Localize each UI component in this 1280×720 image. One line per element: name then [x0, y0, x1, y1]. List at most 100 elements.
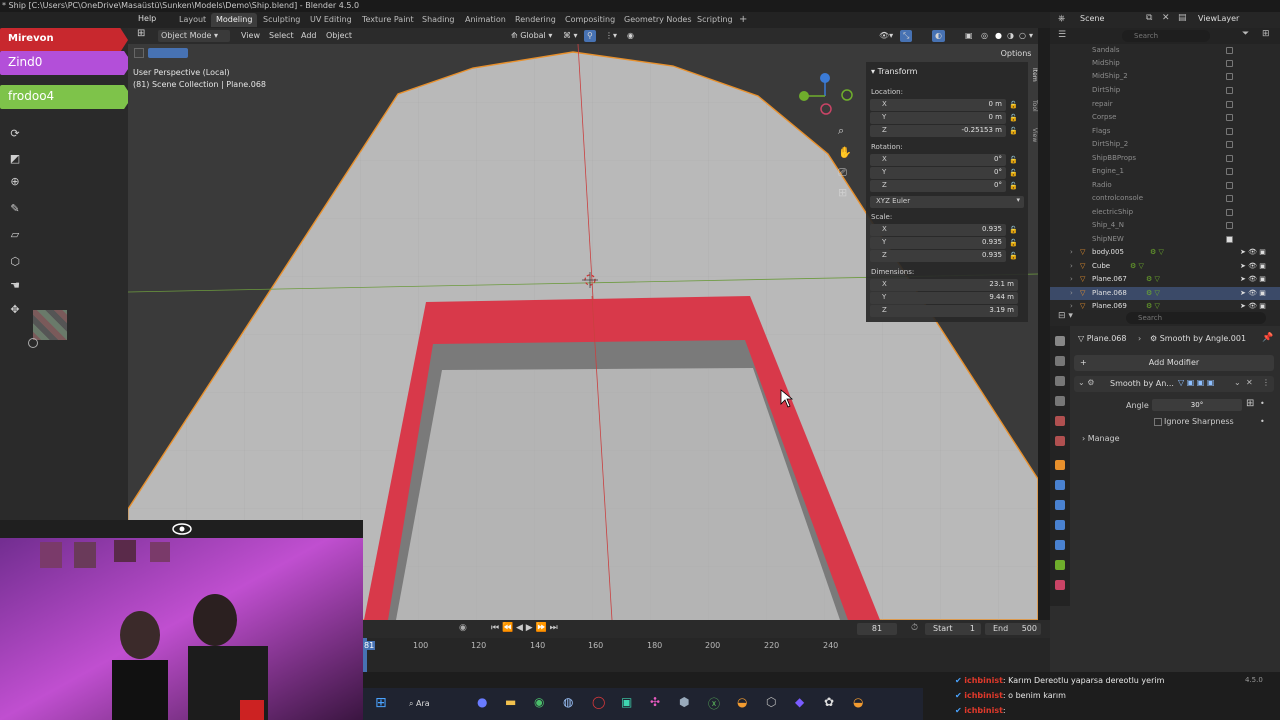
scene-name[interactable]: Scene [1080, 14, 1104, 23]
visibility-icon[interactable]: 👁▾ [876, 30, 896, 42]
node-socket-icon[interactable]: ⊞ [1246, 398, 1254, 409]
outliner-item[interactable]: Engine_1 [1050, 165, 1280, 178]
timeline[interactable]: 81 100 120 140 160 180 200 220 240 [363, 638, 1050, 672]
object-tab-icon[interactable] [1055, 460, 1065, 470]
manage-section[interactable]: › Manage [1082, 434, 1120, 443]
outliner-item[interactable]: ShipBBProps [1050, 152, 1280, 165]
outliner-item[interactable]: DirtShip [1050, 84, 1280, 97]
properties-editor-icon[interactable]: ⊟ ▾ [1058, 311, 1073, 321]
location-x-field[interactable]: X0 m [870, 99, 1006, 111]
tool-tab-icon[interactable] [1055, 336, 1065, 346]
menu-view[interactable]: View [238, 30, 263, 42]
opera-icon[interactable]: ◯ [592, 695, 605, 709]
transform-tool-icon[interactable]: ⊕ [7, 174, 23, 190]
tab-layout[interactable]: Layout [174, 13, 211, 27]
outliner-search-input[interactable]: Search [1122, 30, 1210, 42]
camera-view-icon[interactable]: ⎚ [838, 166, 847, 180]
snap-settings-icon[interactable]: ⋮▾ [602, 30, 620, 42]
add-cube-tool-icon[interactable]: ⬡ [7, 254, 23, 270]
menu-add[interactable]: Add [298, 30, 320, 42]
tab-sculpting[interactable]: Sculpting [258, 13, 305, 27]
playback-controls-icon[interactable]: ⏮ ⏪ ◀ ▶ ⏩ ⏭ [491, 623, 558, 633]
outliner-item[interactable]: Flags [1050, 125, 1280, 138]
view-layer-name[interactable]: ViewLayer [1198, 14, 1239, 23]
menu-select[interactable]: Select [266, 30, 297, 42]
sidebar-tab-item[interactable]: Item [1031, 68, 1038, 82]
tab-rendering[interactable]: Rendering [510, 13, 561, 27]
tab-animation[interactable]: Animation [460, 13, 511, 27]
tab-geometry-nodes[interactable]: Geometry Nodes [619, 13, 696, 27]
lock-icon[interactable]: 🔓 [1009, 169, 1018, 177]
xbox-icon[interactable]: ⓧ [708, 695, 720, 712]
vs-icon[interactable]: ◆ [795, 695, 804, 709]
dimension-y-field[interactable]: Y 9.44 m [870, 292, 1018, 304]
funnel-icon[interactable]: ⏷ [1242, 29, 1249, 39]
outliner-item[interactable]: electricShip [1050, 206, 1280, 219]
lock-icon[interactable]: 🔓 [1009, 226, 1018, 234]
lock-icon[interactable]: 🔓 [1009, 182, 1018, 190]
outliner-item[interactable]: › ▽ Plane.069 ⚙ ▽ ➤ 👁 ▣ [1050, 300, 1280, 310]
start-frame-field[interactable]: Start 1 [925, 623, 981, 635]
lock-icon[interactable]: 🔓 [1009, 101, 1018, 109]
outliner-item[interactable]: DirtShip_2 [1050, 138, 1280, 151]
scene-new-icon[interactable]: ⧉ [1146, 13, 1152, 23]
dimension-z-field[interactable]: Z 3.19 m [870, 305, 1018, 317]
overlay-icon[interactable]: ◐ [932, 30, 945, 42]
outliner-item[interactable]: controlconsole [1050, 192, 1280, 205]
app-icon[interactable]: ▣ [621, 695, 632, 709]
outliner-item[interactable]: › ▽ Cube ⚙ ▽ ➤ 👁 ▣ [1050, 260, 1280, 273]
scale-tool-icon[interactable]: ◩ [7, 151, 23, 167]
unity-icon[interactable]: ⬡ [766, 695, 776, 709]
outliner-item[interactable]: Sandals [1050, 44, 1280, 57]
pan-hand-icon[interactable]: ✋ [838, 146, 852, 159]
menu-object[interactable]: Object [323, 30, 355, 42]
windows-start-icon[interactable]: ⊞ [375, 695, 387, 711]
tab-shading[interactable]: Shading [417, 13, 460, 27]
lock-icon[interactable]: 🔓 [1009, 239, 1018, 247]
new-collection-icon[interactable]: ⊞ [1262, 29, 1270, 39]
outliner-item[interactable]: ShipNEW [1050, 233, 1280, 246]
scale-y-field[interactable]: Y 0.935 [870, 237, 1006, 249]
data-tab-icon[interactable] [1055, 560, 1065, 570]
annotate-tool-icon[interactable]: ✎ [7, 201, 23, 217]
output-tab-icon[interactable] [1055, 376, 1065, 386]
pin-icon[interactable]: 📌 [1262, 333, 1273, 343]
tab-compositing[interactable]: Compositing [560, 13, 620, 27]
scene-icon[interactable]: ⎈ [1058, 14, 1065, 24]
angle-field[interactable]: 30° [1152, 399, 1242, 411]
slack-icon[interactable]: ✣ [650, 695, 660, 709]
epic-icon[interactable]: ⬢ [679, 695, 689, 709]
filter-icon[interactable]: ☰ [1058, 30, 1066, 40]
mode-select[interactable]: Object Mode ▾ [158, 30, 230, 42]
material-tab-icon[interactable] [1055, 580, 1065, 590]
discord-icon[interactable]: ● [477, 695, 487, 709]
shading-options-icon[interactable]: ▾ [1026, 30, 1036, 42]
chrome-icon[interactable]: ◉ [534, 695, 544, 709]
transform-title[interactable]: ▾ Transform [871, 67, 917, 76]
editor-type-icon[interactable]: ⊞ [134, 28, 148, 40]
taskbar-search[interactable]: ⌕ Ara [409, 695, 449, 713]
blender-active-icon[interactable]: ◒ [853, 695, 863, 709]
clock-icon[interactable]: ⏱ [911, 623, 918, 633]
scale-x-field[interactable]: X 0.935 [870, 224, 1006, 236]
outliner-item[interactable]: Radio [1050, 179, 1280, 192]
keyframe-dot-icon[interactable]: • [1260, 417, 1265, 426]
dimension-x-field[interactable]: X 23.1 m [870, 279, 1018, 291]
physics-tab-icon[interactable] [1055, 520, 1065, 530]
location-y-field[interactable]: Y0 m [870, 112, 1006, 124]
constraints-tab-icon[interactable] [1055, 540, 1065, 550]
outliner-item[interactable]: › ▽ Plane.067 ⚙ ▽ ➤ 👁 ▣ [1050, 273, 1280, 286]
scene-tab-icon[interactable] [1055, 416, 1065, 426]
lock-icon[interactable]: 🔓 [1009, 156, 1018, 164]
keyframe-dot-icon[interactable]: • [1260, 399, 1265, 408]
rotation-x-field[interactable]: X 0° [870, 154, 1006, 166]
outliner-item[interactable]: MidShip [1050, 57, 1280, 70]
auto-key-icon[interactable]: ◉ [459, 623, 467, 633]
hand-tool-icon[interactable]: ☚ [7, 278, 23, 294]
outliner-item[interactable]: MidShip_2 [1050, 70, 1280, 83]
add-modifier-button[interactable]: + Add Modifier [1074, 355, 1274, 371]
measure-tool-icon[interactable]: ▱ [7, 227, 23, 243]
steam-icon[interactable]: ◍ [563, 695, 573, 709]
render-tab-icon[interactable] [1055, 356, 1065, 366]
properties-search-input[interactable]: Search [1126, 312, 1266, 324]
